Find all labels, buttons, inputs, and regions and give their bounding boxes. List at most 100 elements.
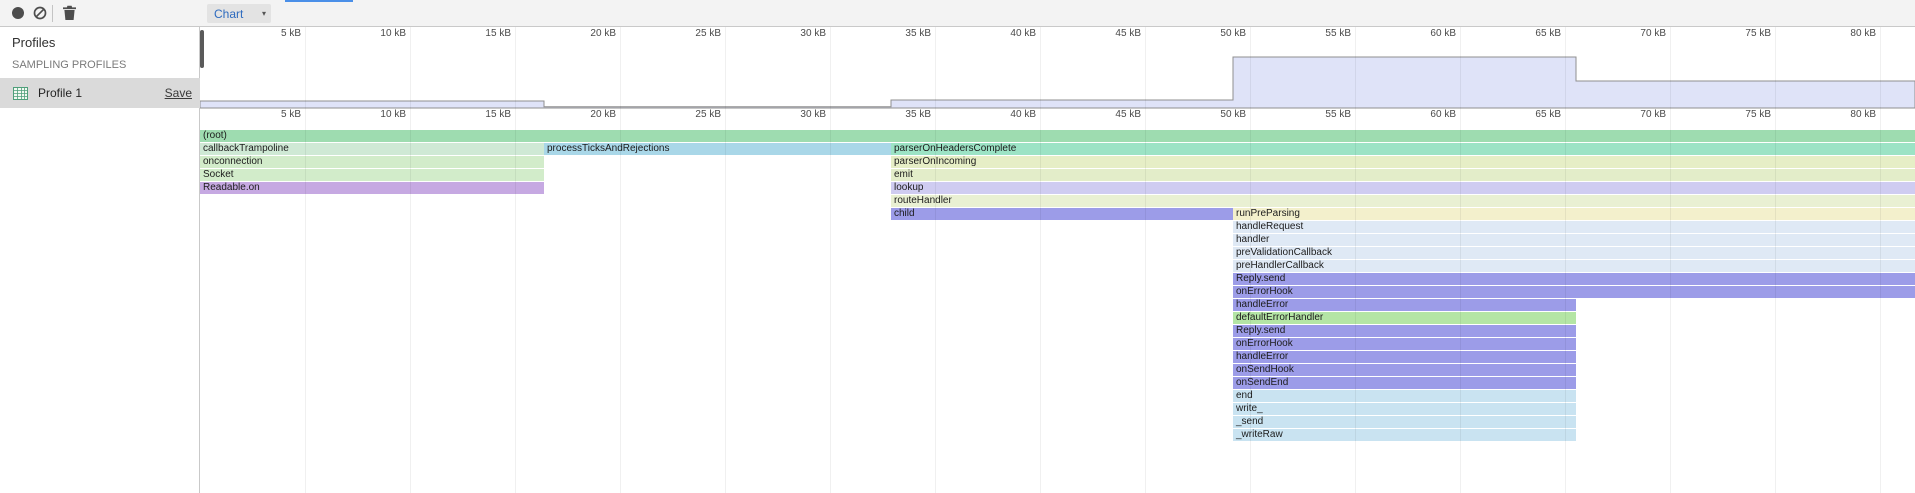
view-mode-label: Chart	[207, 7, 262, 21]
flame-bar-label: onErrorHook	[1233, 286, 1915, 298]
flame-bar[interactable]: processTicksAndRejections	[544, 143, 891, 155]
flame-bar-label: (root)	[200, 130, 1915, 142]
flame-bar-label: lookup	[891, 182, 1915, 194]
chart-ruler-tick: 70 kB	[1612, 109, 1666, 120]
profiler-window: Chart ▾ Profiles SAMPLING PROFILES Profi…	[0, 0, 1915, 493]
gridline	[410, 27, 411, 493]
flame-bar[interactable]: Socket	[200, 169, 544, 181]
flame-bar-label: onSendEnd	[1233, 377, 1576, 389]
save-link[interactable]: Save	[165, 86, 192, 100]
profile-table-icon	[13, 87, 28, 100]
chart-ruler-tick: 45 kB	[1087, 109, 1141, 120]
overview-ruler-tick: 20 kB	[562, 28, 616, 39]
flame-bar[interactable]: runPreParsing	[1233, 208, 1915, 220]
gridline	[725, 27, 726, 493]
flame-bar[interactable]: write_	[1233, 403, 1576, 415]
overview-ruler-tick: 80 kB	[1822, 28, 1876, 39]
profile-name: Profile 1	[38, 86, 165, 100]
overview-ruler-tick: 45 kB	[1087, 28, 1141, 39]
chart-ruler-tick: 20 kB	[562, 109, 616, 120]
record-icon	[12, 7, 24, 19]
gridline	[1145, 27, 1146, 493]
overview-ruler-tick: 30 kB	[772, 28, 826, 39]
flame-bar[interactable]: handleError	[1233, 351, 1576, 363]
flame-bar[interactable]: preValidationCallback	[1233, 247, 1915, 259]
flame-bar-label: routeHandler	[891, 195, 1915, 207]
gridline	[1670, 27, 1671, 493]
overview-selection-handle[interactable]	[200, 30, 204, 68]
flame-bar[interactable]: parserOnIncoming	[891, 156, 1915, 168]
sampling-profiles-section-label: SAMPLING PROFILES	[12, 59, 126, 71]
overview-ruler-tick: 65 kB	[1507, 28, 1561, 39]
flame-bar[interactable]: (root)	[200, 130, 1915, 142]
flame-bar-label: Reply.send	[1233, 273, 1915, 285]
chart-ruler-tick: 10 kB	[352, 109, 406, 120]
chart-ruler-tick: 50 kB	[1192, 109, 1246, 120]
flame-bar[interactable]: Readable.on	[200, 182, 544, 194]
flame-bar[interactable]: onErrorHook	[1233, 286, 1915, 298]
sidebar-title: Profiles	[12, 35, 55, 50]
chart-ruler-tick: 60 kB	[1402, 109, 1456, 120]
flame-bar[interactable]: onSendEnd	[1233, 377, 1576, 389]
flame-bar[interactable]: callbackTrampoline	[200, 143, 544, 155]
gridline	[830, 27, 831, 493]
flame-bar[interactable]: parserOnHeadersComplete	[891, 143, 1915, 155]
overview-ruler-tick: 25 kB	[667, 28, 721, 39]
flame-bar-label: onErrorHook	[1233, 338, 1576, 350]
flame-bar[interactable]: _send	[1233, 416, 1576, 428]
flame-bar-label: _send	[1233, 416, 1576, 428]
gridline	[620, 27, 621, 493]
flame-bar[interactable]: defaultErrorHandler	[1233, 312, 1576, 324]
overview-ruler-tick: 40 kB	[982, 28, 1036, 39]
flame-bar-label: processTicksAndRejections	[544, 143, 891, 155]
flame-bar[interactable]: lookup	[891, 182, 1915, 194]
record-button[interactable]	[6, 1, 30, 25]
gridline	[305, 27, 306, 493]
delete-button[interactable]	[57, 1, 81, 25]
toolbar-separator	[52, 5, 53, 22]
flame-bar[interactable]: handleError	[1233, 299, 1576, 311]
flame-bar-label: write_	[1233, 403, 1576, 415]
chevron-down-icon: ▾	[262, 9, 271, 18]
flame-bar[interactable]: _writeRaw	[1233, 429, 1576, 441]
flame-bar[interactable]: routeHandler	[891, 195, 1915, 207]
view-mode-select[interactable]: Chart ▾	[207, 4, 271, 23]
flame-bar-label: runPreParsing	[1233, 208, 1915, 220]
flame-bar-label: preHandlerCallback	[1233, 260, 1915, 272]
flame-bar-label: onconnection	[200, 156, 544, 168]
gridline	[1040, 27, 1041, 493]
overview-ruler-tick: 15 kB	[457, 28, 511, 39]
gridline	[935, 27, 936, 493]
chart-ruler-tick: 75 kB	[1717, 109, 1771, 120]
sidebar: Profiles SAMPLING PROFILES Profile 1 Sav…	[0, 27, 200, 493]
overview-ruler-tick: 35 kB	[877, 28, 931, 39]
flame-bar[interactable]: handleRequest	[1233, 221, 1915, 233]
gridline	[1775, 27, 1776, 493]
gridline	[1565, 27, 1566, 493]
flame-bar[interactable]: child	[891, 208, 1233, 220]
flame-bar[interactable]: Reply.send	[1233, 273, 1915, 285]
gridline	[1355, 27, 1356, 493]
flame-bar[interactable]: emit	[891, 169, 1915, 181]
flame-bar[interactable]: onErrorHook	[1233, 338, 1576, 350]
flame-bar-label: end	[1233, 390, 1576, 402]
tab-indicator	[285, 0, 353, 2]
profile-item[interactable]: Profile 1 Save	[0, 78, 200, 108]
flame-bar[interactable]: Reply.send	[1233, 325, 1576, 337]
trash-icon	[62, 5, 77, 21]
toolbar: Chart ▾	[0, 0, 1915, 27]
flame-bar[interactable]: end	[1233, 390, 1576, 402]
flame-bar[interactable]: onconnection	[200, 156, 544, 168]
flame-bar-label: _writeRaw	[1233, 429, 1576, 441]
chart-ruler-tick: 55 kB	[1297, 109, 1351, 120]
flame-bar[interactable]: preHandlerCallback	[1233, 260, 1915, 272]
flame-bar[interactable]: handler	[1233, 234, 1915, 246]
flame-bar-label: Readable.on	[200, 182, 544, 194]
flame-bar-label: Socket	[200, 169, 544, 181]
clear-button[interactable]	[28, 1, 52, 25]
overview-graph[interactable]	[200, 27, 1915, 137]
flame-bar[interactable]: onSendHook	[1233, 364, 1576, 376]
gridline	[1880, 27, 1881, 493]
overview-ruler-tick: 75 kB	[1717, 28, 1771, 39]
overview-ruler-tick: 70 kB	[1612, 28, 1666, 39]
